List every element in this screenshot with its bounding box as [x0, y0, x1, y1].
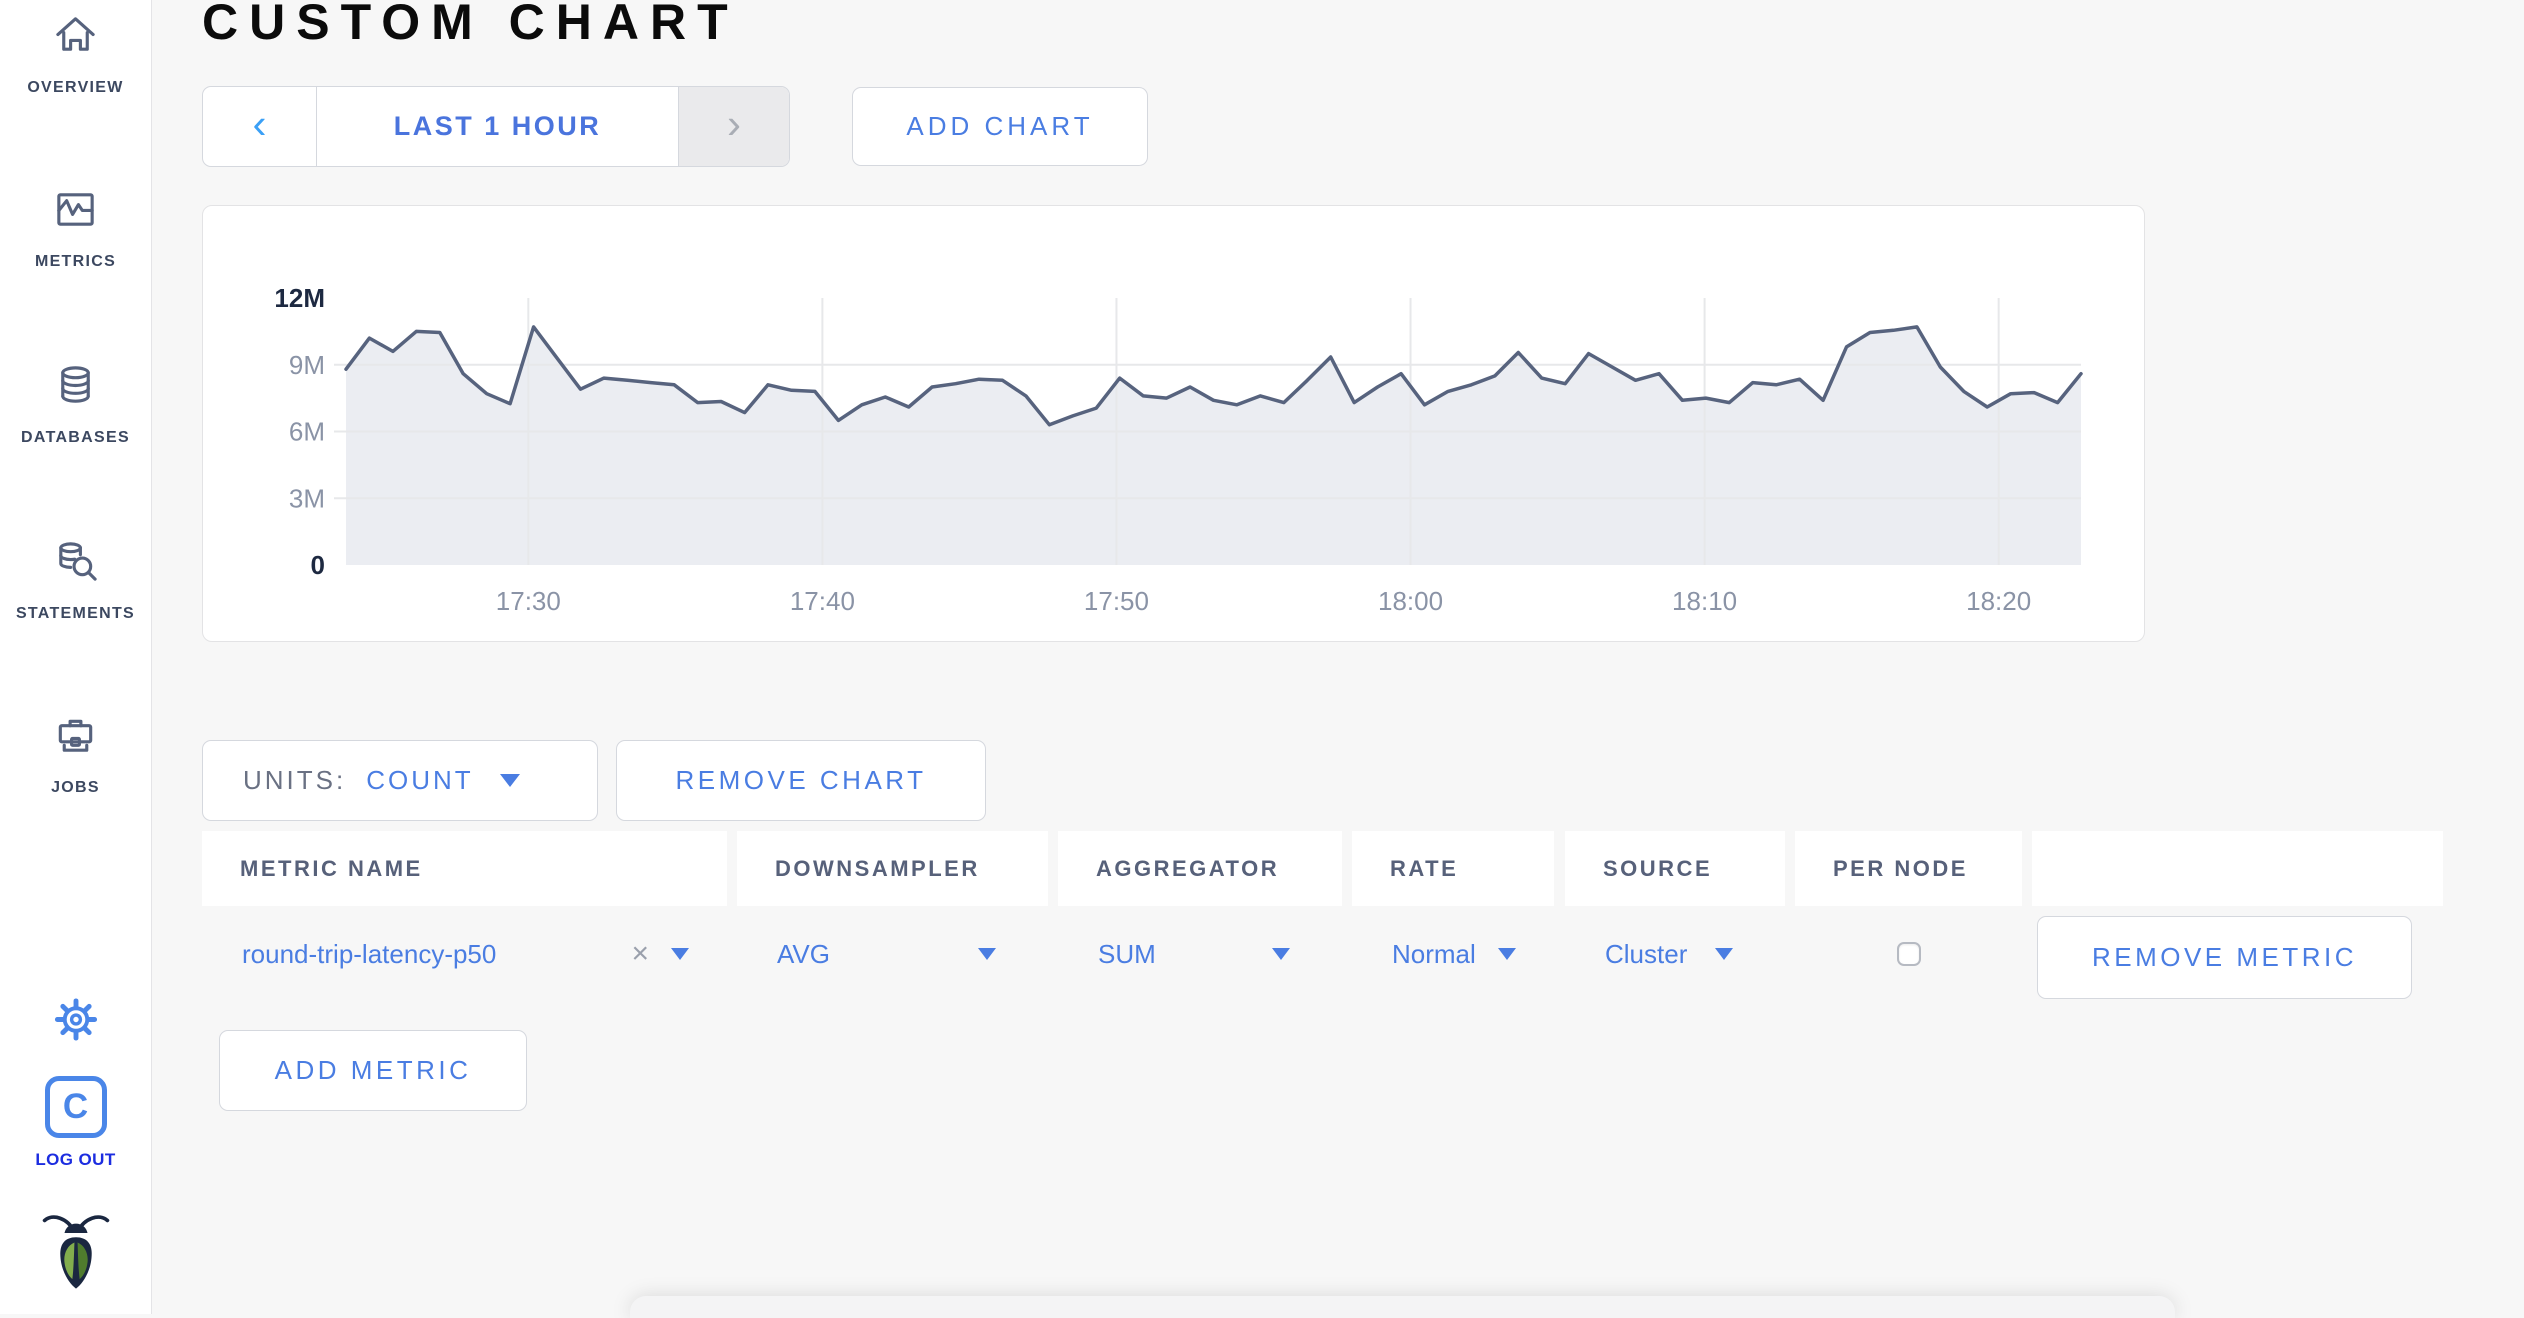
- svg-text:0: 0: [311, 550, 325, 580]
- time-range-dropdown[interactable]: LAST 1 HOUR: [317, 87, 678, 166]
- remove-metric-button[interactable]: REMOVE METRIC: [2037, 916, 2412, 999]
- units-dropdown[interactable]: UNITS: COUNT: [202, 740, 598, 821]
- rate-cell[interactable]: Normal: [1352, 906, 1554, 1002]
- svg-text:18:20: 18:20: [1966, 586, 2031, 616]
- database-icon: [52, 362, 99, 409]
- cockroach-bug-logo: [36, 1210, 116, 1298]
- units-label: UNITS:: [243, 765, 347, 795]
- svg-text:18:00: 18:00: [1378, 586, 1443, 616]
- per-node-checkbox[interactable]: [1896, 942, 1921, 966]
- chevron-right-icon: ›: [727, 99, 741, 147]
- col-header-downsampler: DOWNSAMPLER: [737, 831, 1048, 906]
- rate-value: Normal: [1392, 938, 1476, 969]
- units-value: COUNT: [366, 765, 474, 795]
- caret-down-icon: [499, 774, 520, 787]
- statements-icon: [52, 538, 99, 585]
- bottom-sheet-edge: [630, 1296, 2175, 1318]
- col-header-aggregator: AGGREGATOR: [1058, 831, 1342, 906]
- briefcase-icon: [52, 712, 99, 759]
- caret-down-icon: [671, 948, 689, 960]
- time-range-next-button[interactable]: ›: [678, 87, 789, 166]
- svg-text:12M: 12M: [274, 283, 325, 313]
- sidebar-item-jobs[interactable]: JOBS: [0, 712, 151, 797]
- svg-text:9M: 9M: [289, 350, 325, 380]
- sidebar-item-statements[interactable]: STATEMENTS: [0, 538, 151, 623]
- col-header-metric-name: METRIC NAME: [202, 831, 727, 906]
- col-header-rate: RATE: [1352, 831, 1554, 906]
- col-header-source: SOURCE: [1565, 831, 1785, 906]
- gear-icon: [52, 998, 99, 1047]
- downsampler-value: AVG: [777, 938, 830, 969]
- col-header-per-node: PER NODE: [1795, 831, 2022, 906]
- sidebar-item-label: JOBS: [51, 779, 100, 796]
- metrics-icon: [52, 186, 99, 233]
- remove-chart-button[interactable]: REMOVE CHART: [616, 740, 986, 821]
- chart-card: 17:30 17:40 17:50 18:00 18:10 18:20 0 3M 6M 9M 12M: [202, 205, 2145, 642]
- source-value: Cluster: [1605, 938, 1688, 969]
- sidebar-item-label: METRICS: [34, 253, 117, 270]
- time-range-selector: ‹ LAST 1 HOUR ›: [202, 86, 790, 167]
- svg-text:18:10: 18:10: [1672, 586, 1737, 616]
- c-logo-letter: C: [62, 1087, 89, 1126]
- home-icon: [52, 12, 99, 59]
- downsampler-cell[interactable]: AVG: [737, 906, 1048, 1002]
- sidebar-item-label: DATABASES: [21, 429, 130, 446]
- source-cell[interactable]: Cluster: [1565, 906, 1785, 1002]
- clear-metric-icon[interactable]: ×: [631, 937, 649, 971]
- sidebar-item-label: OVERVIEW: [27, 79, 124, 96]
- main-content: CUSTOM CHART ‹ LAST 1 HOUR › ADD CHART 1…: [152, 0, 2524, 1314]
- cockroach-c-logo[interactable]: C: [44, 1076, 107, 1138]
- per-node-cell: [1795, 906, 2022, 1002]
- sidebar-item-label: STATEMENTS: [15, 605, 136, 622]
- add-metric-button[interactable]: ADD METRIC: [219, 1030, 527, 1111]
- chevron-left-icon: ‹: [252, 99, 267, 147]
- caret-down-icon: [1715, 948, 1733, 960]
- page-title: CUSTOM CHART: [202, 0, 739, 50]
- sidebar-item-databases[interactable]: DATABASES: [0, 362, 151, 447]
- add-chart-button[interactable]: ADD CHART: [852, 87, 1148, 166]
- aggregator-value: SUM: [1098, 938, 1156, 969]
- svg-text:17:50: 17:50: [1084, 586, 1149, 616]
- logout-button[interactable]: LOG OUT: [0, 1150, 151, 1170]
- svg-text:17:30: 17:30: [496, 586, 561, 616]
- time-range-prev-button[interactable]: ‹: [203, 87, 317, 166]
- svg-text:3M: 3M: [289, 483, 325, 513]
- sidebar: OVERVIEW METRICS DATABASES STATEMENTS JO…: [0, 0, 152, 1314]
- svg-text:17:40: 17:40: [790, 586, 855, 616]
- caret-down-icon: [1497, 948, 1516, 960]
- settings-button[interactable]: [52, 996, 99, 1043]
- sidebar-item-overview[interactable]: OVERVIEW: [0, 12, 151, 97]
- sidebar-item-metrics[interactable]: METRICS: [0, 186, 151, 271]
- svg-text:6M: 6M: [289, 417, 325, 447]
- aggregator-cell[interactable]: SUM: [1058, 906, 1342, 1002]
- caret-down-icon: [978, 948, 996, 960]
- metric-name-cell: round-trip-latency-p50 ×: [202, 906, 727, 1002]
- caret-down-icon: [1272, 948, 1290, 960]
- col-header-actions: [2032, 831, 2443, 906]
- metric-name-dropdown[interactable]: round-trip-latency-p50: [242, 939, 496, 970]
- timeseries-chart: 17:30 17:40 17:50 18:00 18:10 18:20 0 3M 6M 9M 12M: [274, 283, 2083, 616]
